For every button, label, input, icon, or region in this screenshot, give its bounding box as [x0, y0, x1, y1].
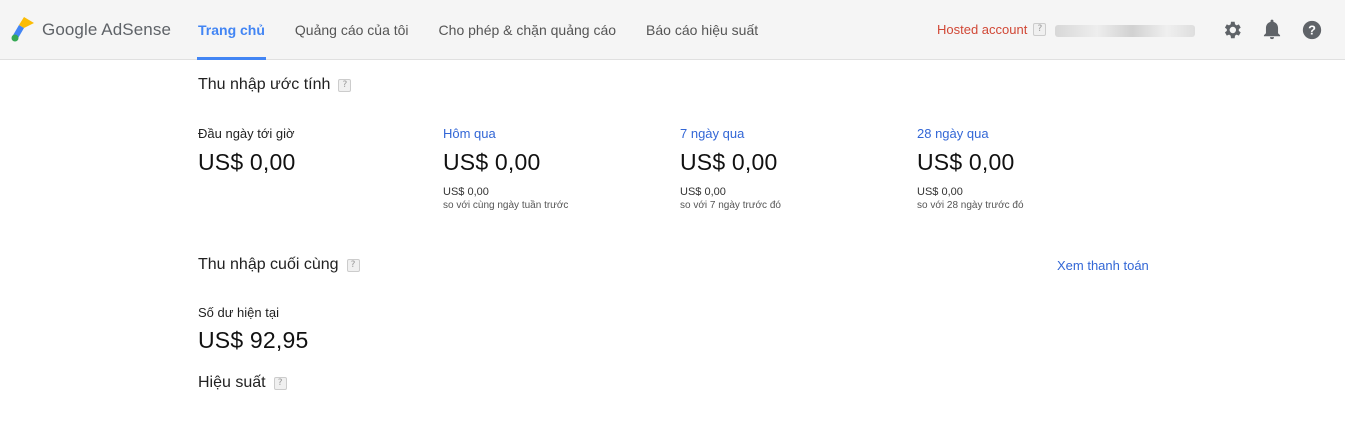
current-balance: Số dư hiện tại US$ 92,95 [198, 305, 309, 354]
section-title-text: Hiệu suất [198, 374, 266, 391]
section-title-text: Thu nhập cuối cùng [198, 256, 339, 273]
stat-comparison-text: so với cùng ngày tuần trước [443, 200, 569, 211]
help-icon[interactable]: ? [1033, 23, 1047, 36]
adsense-logo[interactable]: Google AdSense [10, 16, 171, 44]
tab-performance-reports[interactable]: Báo cáo hiệu suất [631, 0, 773, 60]
tab-allow-block-ads[interactable]: Cho phép & chặn quảng cáo [424, 0, 631, 60]
balance-value: US$ 92,95 [198, 327, 309, 353]
hosted-account-label: Hosted account [937, 22, 1028, 37]
adsense-logo-icon [11, 17, 34, 42]
stat-label: Đầu ngày tới giờ [198, 126, 295, 141]
main-nav: Trang chủ Quảng cáo của tôi Cho phép & c… [183, 0, 773, 60]
help-icon[interactable]: ? [346, 258, 360, 272]
stat-7-days: 7 ngày qua US$ 0,00 US$ 0,00 so với 7 ng… [680, 126, 781, 211]
stat-value: US$ 0,00 [443, 149, 541, 175]
tab-home[interactable]: Trang chủ [183, 0, 280, 60]
stat-comparison-text: so với 7 ngày trước đó [680, 200, 781, 211]
estimated-earnings-title: Thu nhập ước tính ? [198, 76, 352, 94]
section-title-text: Thu nhập ước tính [198, 76, 331, 93]
top-bar: Google AdSense Trang chủ Quảng cáo của t… [0, 0, 1345, 60]
stat-comparison-text: so với 28 ngày trước đó [917, 200, 1024, 211]
account-email-redacted[interactable] [1055, 25, 1195, 37]
app-name: Google AdSense [42, 20, 171, 39]
stat-comparison-value: US$ 0,00 [443, 186, 489, 198]
help-circle-icon[interactable]: ? [1301, 19, 1323, 41]
stat-yesterday: Hôm qua US$ 0,00 US$ 0,00 so với cùng ng… [443, 126, 568, 211]
balance-label: Số dư hiện tại [198, 305, 279, 320]
stat-value: US$ 0,00 [917, 149, 1015, 175]
stat-today: Đầu ngày tới giờ US$ 0,00 [198, 126, 296, 176]
hosted-account-link[interactable]: Hosted account ? [937, 22, 1047, 37]
svg-text:?: ? [1308, 23, 1316, 38]
stat-comparison-value: US$ 0,00 [917, 186, 963, 198]
stat-28-days: 28 ngày qua US$ 0,00 US$ 0,00 so với 28 … [917, 126, 1024, 211]
bell-icon[interactable] [1261, 19, 1283, 41]
view-payments-link[interactable]: Xem thanh toán [1057, 258, 1149, 273]
stat-label-link[interactable]: 28 ngày qua [917, 126, 1024, 141]
help-icon[interactable]: ? [338, 78, 352, 92]
stat-label-link[interactable]: Hôm qua [443, 126, 568, 141]
final-earnings-title: Thu nhập cuối cùng ? [198, 256, 360, 274]
tab-my-ads[interactable]: Quảng cáo của tôi [280, 0, 424, 60]
performance-title: Hiệu suất ? [198, 374, 287, 392]
stat-value: US$ 0,00 [198, 149, 296, 175]
help-icon[interactable]: ? [273, 376, 287, 390]
gear-icon[interactable] [1221, 19, 1243, 41]
stat-comparison-value: US$ 0,00 [680, 186, 726, 198]
stat-value: US$ 0,00 [680, 149, 778, 175]
stat-label-link[interactable]: 7 ngày qua [680, 126, 781, 141]
